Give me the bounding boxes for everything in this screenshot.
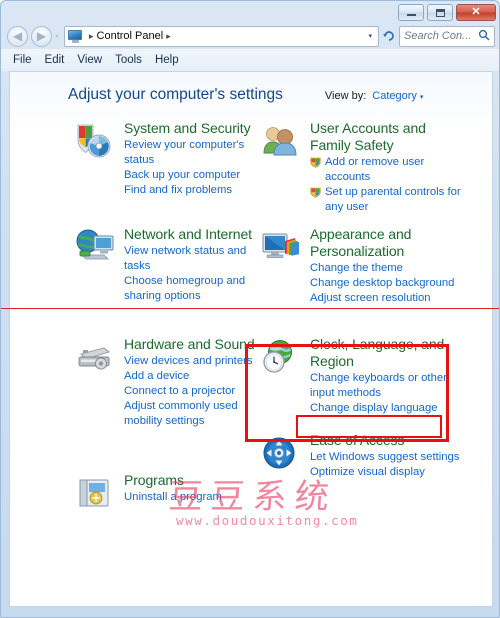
- category-title: Hardware and Sound: [124, 336, 255, 352]
- network-internet-icon: [74, 228, 116, 266]
- menu-item-help[interactable]: Help: [151, 52, 188, 68]
- category-title: User Accounts and Family Safety: [310, 120, 426, 153]
- category-appearance-and-personalization[interactable]: Appearance and Personalization Change th…: [258, 226, 463, 326]
- control-panel-icon: [68, 29, 83, 43]
- uac-shield-icon: [310, 157, 321, 168]
- control-panel-window: ✕ ◀ ▶ ▸ ▸ Control Panel ▸ ▾ Search Con..…: [0, 0, 500, 618]
- category-network-and-internet[interactable]: Network and Internet View network status…: [72, 226, 262, 326]
- link-back-up-your-computer[interactable]: Back up your computer: [124, 168, 262, 183]
- menu-item-tools[interactable]: Tools: [111, 52, 151, 68]
- content-header: Adjust your computer's settings View by:…: [10, 86, 492, 104]
- ease-of-access-icon: [260, 434, 302, 472]
- search-icon: [478, 29, 490, 44]
- link-change-display-language[interactable]: Change display language: [310, 401, 463, 416]
- link-connect-to-a-projector[interactable]: Connect to a projector: [124, 384, 262, 399]
- link-view-devices-and-printers[interactable]: View devices and printers: [124, 354, 262, 369]
- category-hardware-and-sound[interactable]: Hardware and Sound View devices and prin…: [72, 336, 262, 462]
- appearance-personalization-icon: [260, 228, 302, 266]
- link-view-network-status-and-tasks[interactable]: View network status and tasks: [124, 244, 262, 274]
- category-title: System and Security: [124, 120, 251, 136]
- category-title: Network and Internet: [124, 226, 252, 242]
- menu-bar: File Edit View Tools Help: [1, 49, 499, 71]
- link-review-your-computers-status[interactable]: Review your computer's status: [124, 138, 262, 168]
- minimize-icon: [406, 14, 416, 16]
- close-button[interactable]: ✕: [456, 4, 496, 21]
- search-box[interactable]: Search Con...: [399, 25, 495, 47]
- category-column-left: System and Security Review your computer…: [72, 120, 262, 530]
- back-button[interactable]: ◀: [7, 25, 28, 47]
- hardware-sound-icon: [74, 338, 116, 376]
- address-input[interactable]: ▸ Control Panel ▸ ▾: [64, 25, 379, 47]
- forward-button[interactable]: ▶: [31, 25, 52, 47]
- content-pane: Adjust your computer's settings View by:…: [9, 71, 493, 607]
- refresh-icon: [383, 30, 394, 41]
- link-find-and-fix-problems[interactable]: Find and fix problems: [124, 183, 262, 198]
- link-set-up-parental-controls-for-any-user[interactable]: Set up parental controls for any user: [310, 185, 463, 215]
- minimize-button[interactable]: [398, 4, 424, 21]
- clock-language-region-icon: [260, 338, 302, 376]
- view-by-label: View by:: [324, 90, 367, 102]
- refresh-button[interactable]: [379, 28, 399, 45]
- menu-item-file[interactable]: File: [9, 52, 41, 68]
- category-title: Programs: [124, 472, 184, 488]
- chevron-down-icon[interactable]: ▾: [420, 94, 424, 101]
- link-change-the-theme[interactable]: Change the theme: [310, 261, 463, 276]
- programs-icon: [74, 474, 116, 512]
- link-let-windows-suggest-settings[interactable]: Let Windows suggest settings: [310, 450, 463, 465]
- link-uninstall-a-program[interactable]: Uninstall a program: [124, 490, 262, 505]
- link-change-desktop-background[interactable]: Change desktop background: [310, 276, 463, 291]
- category-ease-of-access[interactable]: Ease of Access Let Windows suggest setti…: [258, 432, 463, 502]
- system-security-icon: [74, 122, 116, 160]
- annotation-divider-line: [1, 308, 499, 309]
- menu-item-edit[interactable]: Edit: [41, 52, 74, 68]
- user-accounts-icon: [260, 122, 302, 160]
- recent-locations-caret-icon[interactable]: ▸: [52, 32, 63, 40]
- category-system-and-security[interactable]: System and Security Review your computer…: [72, 120, 262, 216]
- link-change-keyboards-or-other-input-methods[interactable]: Change keyboards or other input methods: [310, 371, 463, 401]
- window-title-bar: ✕: [1, 1, 499, 23]
- breadcrumb-sep-leading: ▸: [89, 30, 94, 41]
- page-title: Adjust your computer's settings: [68, 86, 283, 103]
- forward-arrow-icon: ▶: [36, 29, 47, 43]
- link-optimize-visual-display[interactable]: Optimize visual display: [310, 465, 463, 480]
- close-icon: ✕: [471, 6, 481, 18]
- breadcrumb-sep-trailing[interactable]: ▸: [163, 31, 174, 42]
- link-add-or-remove-user-accounts[interactable]: Add or remove user accounts: [310, 155, 463, 185]
- category-column-right: User Accounts and Family Safety Add or r…: [258, 120, 463, 512]
- uac-shield-icon: [310, 187, 321, 198]
- maximize-button[interactable]: [427, 4, 453, 21]
- category-programs[interactable]: Programs Uninstall a program: [72, 472, 262, 520]
- category-user-accounts-and-family-safety[interactable]: User Accounts and Family Safety Add or r…: [258, 120, 463, 216]
- link-choose-homegroup-and-sharing-options[interactable]: Choose homegroup and sharing options: [124, 274, 262, 304]
- link-adjust-screen-resolution[interactable]: Adjust screen resolution: [310, 291, 463, 306]
- screenshot-root: ✕ ◀ ▶ ▸ ▸ Control Panel ▸ ▾ Search Con..…: [0, 0, 500, 618]
- window-controls: ✕: [398, 4, 496, 21]
- category-clock-language-and-region[interactable]: Clock, Language, and Region Change keybo…: [258, 336, 463, 422]
- link-label: Set up parental controls for any user: [325, 186, 461, 213]
- view-by-value[interactable]: Category: [372, 90, 417, 102]
- content-pane-inner: Adjust your computer's settings View by:…: [10, 72, 492, 606]
- category-title: Appearance and Personalization: [310, 226, 412, 259]
- link-adjust-commonly-used-mobility-settings[interactable]: Adjust commonly used mobility settings: [124, 399, 262, 429]
- view-by-control[interactable]: View by: Category ▾: [325, 90, 424, 102]
- link-add-a-device[interactable]: Add a device: [124, 369, 262, 384]
- menu-item-view[interactable]: View: [73, 52, 111, 68]
- maximize-icon: [435, 8, 445, 17]
- back-arrow-icon: ◀: [12, 29, 23, 43]
- category-title: Clock, Language, and Region: [310, 336, 445, 369]
- search-input[interactable]: Search Con...: [404, 30, 478, 42]
- address-bar: ◀ ▶ ▸ ▸ Control Panel ▸ ▾ Search Con...: [1, 23, 499, 49]
- address-dropdown-caret-icon[interactable]: ▾: [368, 32, 376, 40]
- link-label: Add or remove user accounts: [325, 156, 425, 183]
- category-title: Ease of Access: [310, 432, 405, 448]
- breadcrumb-control-panel[interactable]: Control Panel: [97, 30, 164, 42]
